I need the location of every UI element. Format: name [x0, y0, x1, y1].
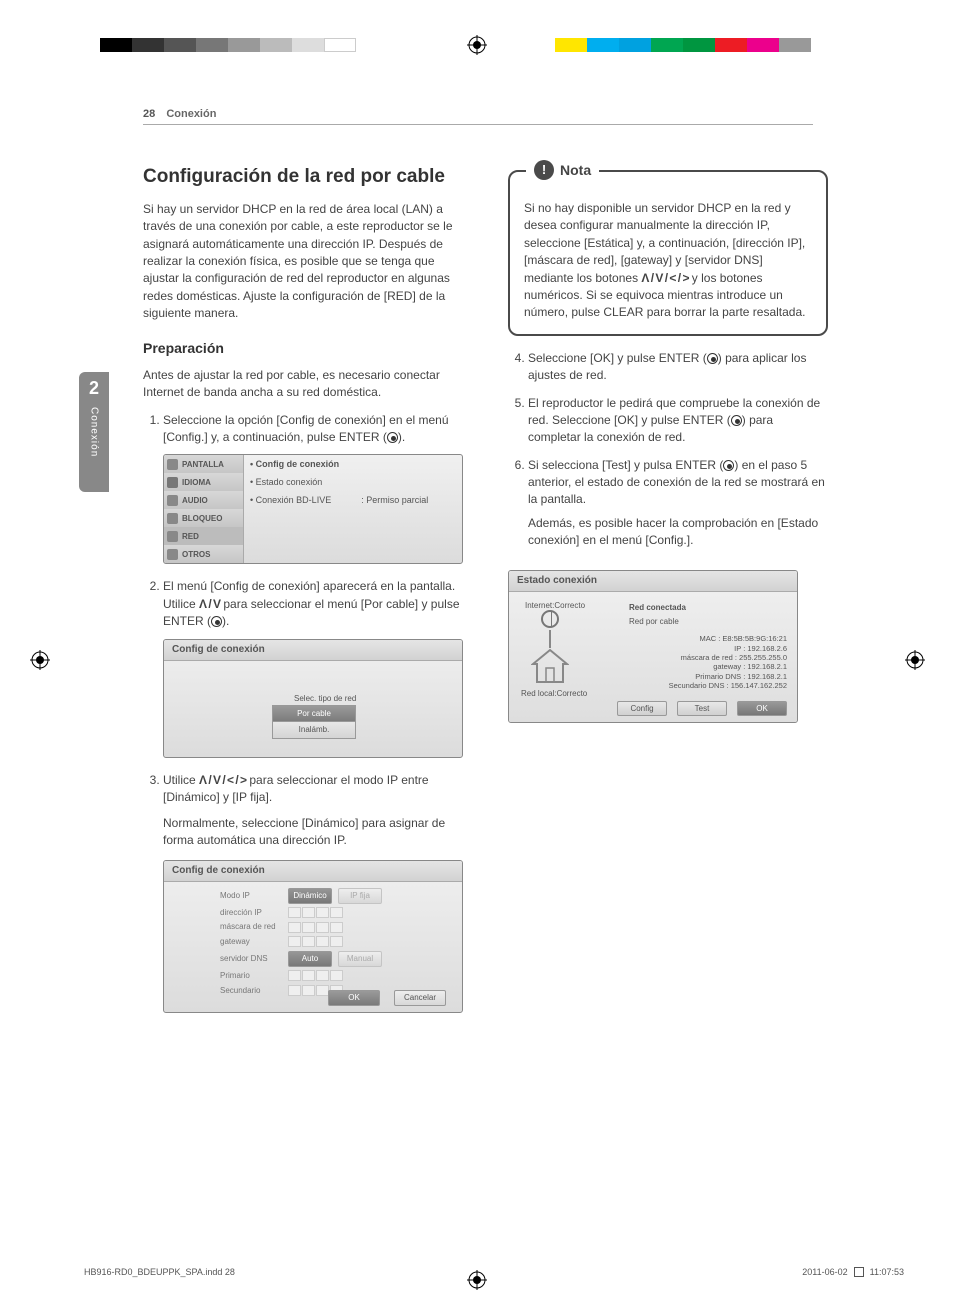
print-color-bar-left [100, 38, 356, 52]
dialog-title: Config de conexión [164, 861, 462, 883]
enter-icon [211, 616, 222, 627]
config-button: Config [617, 701, 667, 717]
step-6: Si selecciona [Test] y pulsa ENTER () en… [528, 457, 828, 550]
ok-button: OK [737, 701, 787, 717]
registration-mark-icon [467, 1270, 487, 1290]
dynamic-button: Dinámico [288, 888, 332, 904]
step-3-note: Normalmente, seleccione [Dinámico] para … [163, 815, 463, 850]
steps-list: Seleccione la opción [Config de conexión… [143, 412, 463, 1014]
footer-filename: HB916-RD0_BDEUPPK_SPA.indd 28 [84, 1267, 235, 1277]
screenshot-connection-status: Estado conexión Internet:Correcto Red lo… [508, 570, 798, 724]
preparation-paragraph: Antes de ajustar la red por cable, es ne… [143, 367, 463, 402]
select-type-label: Selec. tipo de red [294, 693, 356, 705]
chapter-side-tab: 2 Conexión [79, 372, 109, 492]
note-box: ! Nota Si no hay disponible un servidor … [508, 170, 828, 336]
auto-button: Auto [288, 951, 332, 967]
screenshot-ip-config: Config de conexión Modo IPDinámicoIP fij… [163, 860, 463, 1014]
option-wired: Por cable [272, 705, 356, 723]
lock-icon [167, 513, 178, 524]
display-icon [167, 459, 178, 470]
info-icon: ! [534, 160, 554, 180]
manual-button: Manual [338, 951, 382, 967]
step-4: Seleccione [OK] y pulse ENTER () para ap… [528, 350, 828, 385]
footer-timestamp: 2011-06-02 11:07:53 [802, 1267, 904, 1277]
internet-status-label: Internet:Correcto [525, 600, 585, 612]
note-label: ! Nota [526, 160, 599, 180]
enter-icon [707, 353, 718, 364]
enter-icon [723, 460, 734, 471]
steps-list-cont: Seleccione [OK] y pulse ENTER () para ap… [508, 350, 828, 550]
step-1: Seleccione la opción [Config de conexión… [163, 412, 463, 565]
page-title: Configuración de la red por cable [143, 165, 463, 189]
test-button: Test [677, 701, 727, 717]
intro-paragraph: Si hay un servidor DHCP en la red de áre… [143, 201, 463, 323]
print-color-bar-right [555, 38, 811, 52]
static-ip-button: IP fija [338, 888, 382, 904]
local-network-status-label: Red local:Correcto [521, 688, 587, 700]
step-3: Utilice Ʌ / V / < / > para seleccionar e… [163, 772, 463, 1013]
page-number: 28 [143, 108, 155, 120]
dialog-title: Config de conexión [164, 640, 462, 662]
all-arrows-icon: Ʌ / V / < / > [641, 271, 688, 285]
chapter-number: 2 [89, 378, 99, 399]
ok-button: OK [328, 990, 380, 1006]
wired-label: Red por cable [629, 616, 679, 628]
section-title: Conexión [166, 108, 216, 120]
house-icon [531, 648, 569, 684]
right-column: ! Nota Si no hay disponible un servidor … [508, 158, 828, 737]
globe-icon [541, 610, 559, 628]
up-down-arrows-icon: Ʌ / V [199, 597, 220, 611]
connected-label: Red conectada [629, 602, 686, 614]
screenshot-network-type: Config de conexión Selec. tipo de red Po… [163, 639, 463, 759]
step-5: El reproductor le pedirá que compruebe l… [528, 395, 828, 447]
option-wireless: Inalámb. [272, 721, 356, 739]
cancel-button: Cancelar [394, 990, 446, 1006]
all-arrows-icon: Ʌ / V / < / > [199, 773, 246, 787]
others-icon [167, 549, 178, 560]
audio-icon [167, 495, 178, 506]
chapter-label: Conexión [89, 407, 100, 457]
language-icon [167, 477, 178, 488]
dialog-title: Estado conexión [509, 571, 797, 593]
preparation-heading: Preparación [143, 338, 463, 358]
network-icon [167, 531, 178, 542]
registration-mark-icon [905, 650, 925, 670]
clock-icon [854, 1267, 864, 1277]
enter-icon [731, 415, 742, 426]
page-header: 28 Conexión [143, 108, 813, 125]
left-column: Configuración de la red por cable Si hay… [143, 165, 463, 1027]
enter-icon [387, 432, 398, 443]
network-details: MAC : E8:5B:5B:9G:16:21 IP : 192.168.2.6… [637, 634, 787, 690]
registration-mark-icon [467, 35, 487, 55]
registration-mark-icon [30, 650, 50, 670]
step-2: El menú [Config de conexión] aparecerá e… [163, 578, 463, 758]
screenshot-config-menu: PANTALLAConfig de conexión IDIOMAEstado … [163, 454, 463, 564]
